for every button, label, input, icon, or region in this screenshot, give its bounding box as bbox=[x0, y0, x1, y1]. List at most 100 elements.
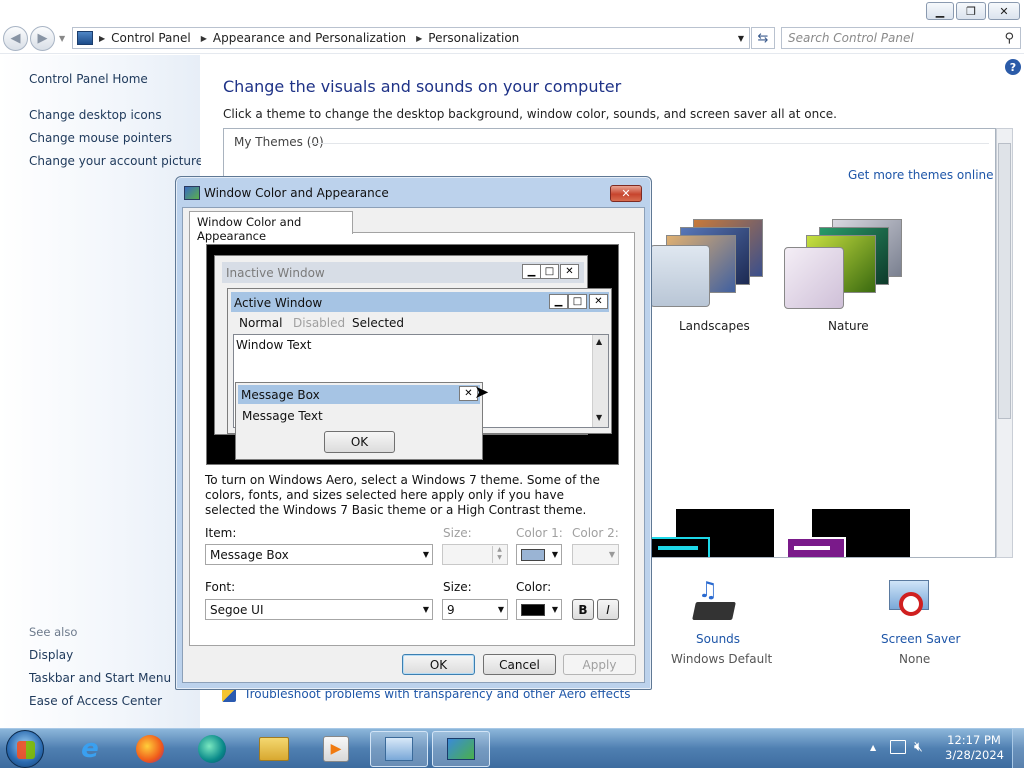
control-panel-icon bbox=[77, 31, 93, 45]
sidebar-item-taskbar[interactable]: Taskbar and Start Menu bbox=[29, 671, 171, 685]
preview-active-title: Active Window bbox=[234, 296, 323, 310]
item-select-value: Message Box bbox=[210, 547, 289, 562]
sidebar-item-display[interactable]: Display bbox=[29, 648, 73, 662]
maximize-button[interactable]: ❐ bbox=[956, 2, 986, 20]
ok-button[interactable]: OK bbox=[402, 654, 475, 675]
refresh-icon: ⇆ bbox=[757, 30, 769, 46]
show-desktop-button[interactable] bbox=[1012, 729, 1024, 768]
close-button[interactable]: ✕ bbox=[988, 2, 1020, 20]
taskbar-personalization[interactable] bbox=[432, 731, 490, 767]
taskbar-internet-explorer[interactable]: e bbox=[64, 731, 116, 767]
forward-button[interactable]: ▶ bbox=[30, 26, 55, 51]
sounds-value: Windows Default bbox=[671, 652, 773, 666]
theme-thumbnail bbox=[794, 546, 830, 550]
taskbar-edge[interactable] bbox=[186, 731, 238, 767]
get-more-themes-link[interactable]: Get more themes online bbox=[848, 168, 994, 182]
shield-icon bbox=[222, 688, 236, 702]
color2-picker[interactable]: ▼ bbox=[572, 544, 619, 565]
address-dropdown-icon[interactable]: ▼ bbox=[738, 34, 744, 43]
dialog-close-button[interactable]: ✕ bbox=[610, 185, 642, 202]
stepper-arrows-icon[interactable]: ▲ ▼ bbox=[492, 546, 506, 563]
sidebar-item-account-picture[interactable]: Change your account picture bbox=[29, 154, 203, 168]
chevron-down-icon: ▼ bbox=[422, 550, 429, 559]
font-label: Font: bbox=[205, 580, 236, 594]
sounds-icon[interactable]: ♫ bbox=[690, 578, 740, 626]
cursor-icon: ➤ bbox=[474, 382, 490, 403]
apply-button[interactable]: Apply bbox=[563, 654, 636, 675]
theme-list-scrollbar[interactable] bbox=[996, 128, 1013, 558]
window-titlebar bbox=[0, 0, 1024, 24]
breadcrumb-separator-icon: ▶ bbox=[99, 33, 106, 43]
volume-muted-icon[interactable]: 🔇︎ bbox=[914, 739, 923, 755]
taskbar: e ▶ ▲ 🔇︎ bbox=[0, 728, 1024, 768]
breadcrumb-personalization[interactable]: Personalization bbox=[428, 31, 519, 45]
sounds-link[interactable]: Sounds bbox=[696, 632, 740, 646]
dialog-description: To turn on Windows Aero, select a Window… bbox=[205, 473, 600, 517]
control-panel-icon bbox=[385, 737, 413, 761]
theme-high-contrast-2[interactable] bbox=[786, 509, 910, 557]
font-size-select[interactable]: 9 ▼ bbox=[442, 599, 508, 620]
taskbar-firefox[interactable] bbox=[124, 731, 176, 767]
my-themes-heading: My Themes (0) bbox=[234, 135, 324, 149]
start-button[interactable] bbox=[6, 730, 44, 768]
theme-thumbnail bbox=[784, 247, 844, 309]
see-also-label: See also bbox=[29, 625, 78, 639]
clock-time: 12:17 PM bbox=[947, 733, 1001, 747]
screen-saver-icon[interactable] bbox=[887, 578, 937, 626]
search-input[interactable]: Search Control Panel ⚲ bbox=[781, 27, 1021, 49]
theme-high-contrast-1[interactable] bbox=[650, 509, 774, 557]
sidebar-item-desktop-icons[interactable]: Change desktop icons bbox=[29, 108, 162, 122]
search-placeholder: Search Control Panel bbox=[788, 31, 914, 45]
chevron-down-icon: ▼ bbox=[551, 605, 558, 614]
internet-explorer-icon: e bbox=[81, 734, 99, 764]
chevron-down-icon: ▼ bbox=[551, 550, 558, 559]
refresh-button[interactable]: ⇆ bbox=[751, 27, 775, 49]
music-note-icon: ♫ bbox=[698, 578, 718, 603]
theme-nature[interactable] bbox=[782, 213, 902, 313]
maximize-icon: □ bbox=[540, 264, 559, 279]
preview-menu-disabled: Disabled bbox=[293, 316, 346, 330]
italic-button[interactable]: I bbox=[597, 599, 619, 620]
scrollbar-thumb[interactable] bbox=[998, 143, 1011, 419]
color1-label: Color 1: bbox=[516, 526, 563, 540]
breadcrumb-appearance[interactable]: Appearance and Personalization bbox=[213, 31, 406, 45]
preview-menu-selected: Selected bbox=[352, 316, 405, 330]
network-icon[interactable] bbox=[890, 740, 906, 754]
taskbar-media-player[interactable]: ▶ bbox=[310, 731, 362, 767]
theme-thumbnail bbox=[650, 537, 710, 557]
screen-saver-link[interactable]: Screen Saver bbox=[881, 632, 960, 646]
cancel-button[interactable]: Cancel bbox=[483, 654, 556, 675]
close-icon: ✕ bbox=[621, 187, 631, 200]
bold-button[interactable]: B bbox=[572, 599, 594, 620]
forward-arrow-icon: ▶ bbox=[37, 31, 48, 46]
color1-picker[interactable]: ▼ bbox=[516, 544, 562, 565]
taskbar-file-explorer[interactable] bbox=[248, 731, 300, 767]
minimize-button[interactable]: ▁ bbox=[926, 2, 954, 20]
breadcrumb-control-panel[interactable]: Control Panel bbox=[111, 31, 191, 45]
theme-thumbnail bbox=[786, 537, 846, 557]
recent-pages-chevron-icon[interactable]: ▼ bbox=[59, 34, 65, 43]
minimize-icon: ▁ bbox=[522, 264, 541, 279]
search-icon[interactable]: ⚲ bbox=[1004, 31, 1014, 46]
font-color-picker[interactable]: ▼ bbox=[516, 599, 562, 620]
taskbar-clock[interactable]: 12:17 PM 3/28/2024 bbox=[945, 733, 1004, 763]
show-hidden-icons-icon[interactable]: ▲ bbox=[870, 743, 876, 752]
taskbar-control-panel[interactable] bbox=[370, 731, 428, 767]
address-bar[interactable]: ▶ Control Panel ▶ Appearance and Persona… bbox=[72, 27, 750, 49]
help-icon[interactable]: ? bbox=[1005, 59, 1021, 75]
font-color-swatch bbox=[521, 603, 545, 616]
personalization-icon bbox=[447, 738, 475, 760]
preview-inactive-title: Inactive Window bbox=[226, 266, 325, 280]
sidebar-item-control-panel-home[interactable]: Control Panel Home bbox=[29, 72, 148, 86]
font-select[interactable]: Segoe UI ▼ bbox=[205, 599, 433, 620]
tab-window-color[interactable]: Window Color and Appearance bbox=[189, 211, 353, 243]
size-stepper[interactable]: ▲ ▼ bbox=[442, 544, 508, 565]
sidebar-item-mouse-pointers[interactable]: Change mouse pointers bbox=[29, 131, 172, 145]
dialog-title: Window Color and Appearance bbox=[204, 186, 389, 200]
theme-landscapes[interactable] bbox=[648, 213, 768, 313]
maximize-icon: □ bbox=[568, 294, 587, 309]
sidebar-item-ease-of-access[interactable]: Ease of Access Center bbox=[29, 694, 162, 708]
font-size-label: Size: bbox=[443, 580, 472, 594]
back-button[interactable]: ◀ bbox=[3, 26, 28, 51]
item-select[interactable]: Message Box ▼ bbox=[205, 544, 433, 565]
